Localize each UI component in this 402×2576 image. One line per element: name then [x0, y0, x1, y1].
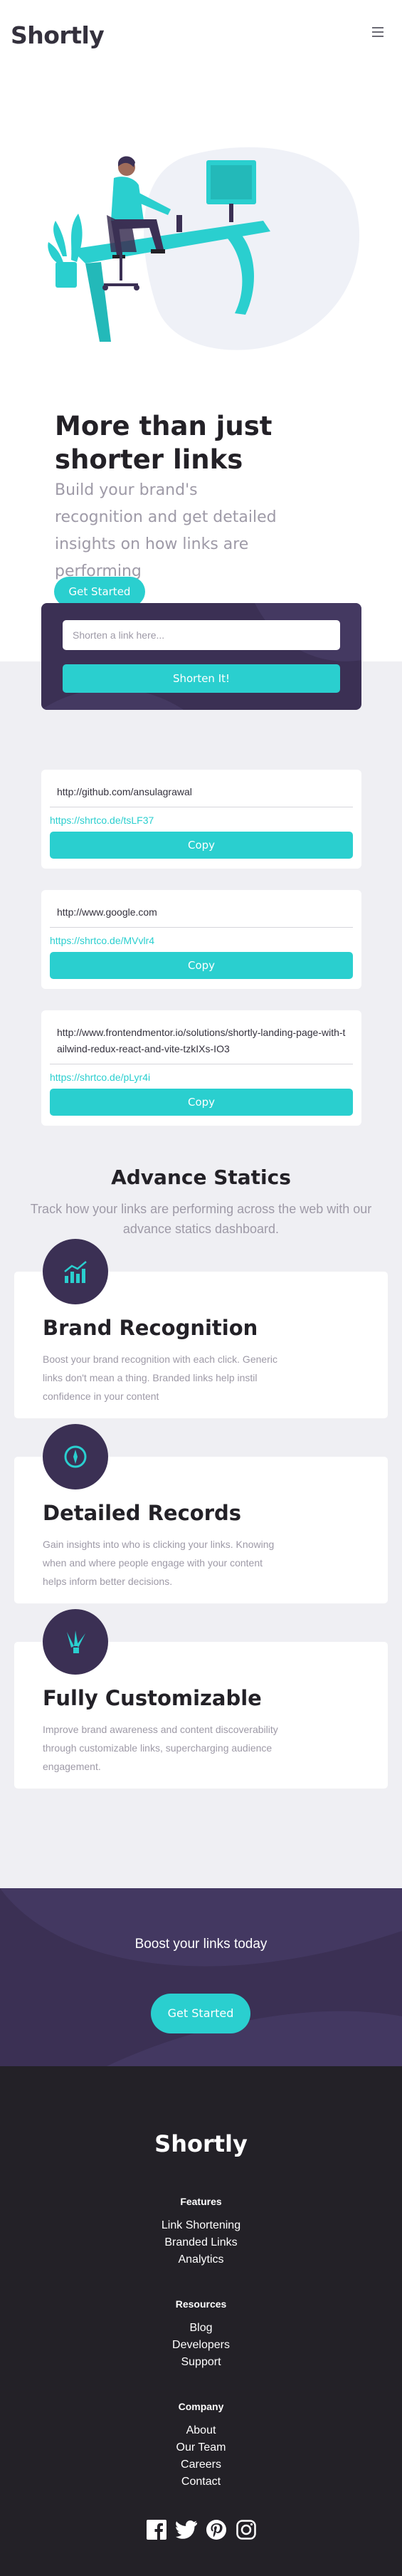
original-link: http://www.frontendmentor.io/solutions/s… — [57, 1027, 346, 1054]
results-list: http://github.com/ansulagrawal https://s… — [0, 661, 402, 1126]
short-link[interactable]: https://shrtco.de/MVvlr4 — [50, 935, 353, 952]
footer-link[interactable]: Our Team — [0, 2439, 402, 2456]
footer-link[interactable]: Contact — [0, 2473, 402, 2491]
result-card: http://www.frontendmentor.io/solutions/s… — [41, 1010, 361, 1126]
feature-description: Improve brand awareness and content disc… — [43, 1724, 278, 1772]
boost-get-started-button[interactable]: Get Started — [151, 1994, 250, 2033]
divider — [50, 927, 353, 928]
footer-link[interactable]: Link Shortening — [0, 2217, 402, 2234]
footer-link[interactable]: Blog — [0, 2320, 402, 2337]
footer-link[interactable]: Analytics — [0, 2251, 402, 2268]
feature-card: Fully Customizable Improve brand awarene… — [14, 1609, 388, 1789]
footer-heading: Resources — [175, 2298, 227, 2310]
footer-logo[interactable]: Shortly — [0, 2130, 402, 2157]
instagram-icon[interactable] — [236, 2519, 257, 2540]
result-card: http://github.com/ansulagrawal https://s… — [41, 770, 361, 869]
result-card: http://www.google.com https://shrtco.de/… — [41, 890, 361, 989]
feature-title: Detailed Records — [43, 1501, 242, 1525]
shorten-form: Shorten It! — [41, 603, 361, 710]
hamburger-icon[interactable] — [372, 27, 384, 37]
copy-button[interactable]: Copy — [50, 952, 353, 979]
boost-background-shape — [0, 1888, 402, 2066]
hero-illustration — [48, 147, 360, 350]
short-link[interactable]: https://shrtco.de/pLyr4i — [50, 1072, 353, 1089]
stats-title: Advance Statics — [111, 1166, 291, 1189]
footer-link[interactable]: Support — [0, 2354, 402, 2371]
footer: Shortly Features Link Shortening Branded… — [0, 2066, 402, 2576]
footer-features: Features Link Shortening Branded Links A… — [0, 2196, 402, 2268]
boost-section: Boost your links today Get Started — [0, 1888, 402, 2066]
footer-link[interactable]: About — [0, 2422, 402, 2439]
logo[interactable]: Shortly — [11, 21, 105, 49]
facebook-icon[interactable] — [146, 2519, 167, 2540]
feature-description: Gain insights into who is clicking your … — [43, 1539, 275, 1587]
shorten-button[interactable]: Shorten It! — [63, 664, 340, 693]
header: Shortly — [0, 0, 402, 71]
stats-subtitle: Track how your links are performing acro… — [30, 1202, 372, 1236]
footer-company: Company About Our Team Careers Contact — [0, 2401, 402, 2491]
feature-title: Brand Recognition — [43, 1316, 258, 1340]
hero-section: More than just shorter links Build your … — [0, 71, 402, 607]
original-link: http://www.google.com — [57, 906, 157, 918]
social-links — [0, 2519, 402, 2540]
footer-heading: Features — [180, 2196, 222, 2207]
copy-button[interactable]: Copy — [50, 1089, 353, 1116]
statistics-section: Shorten It! http://github.com/ansulagraw… — [0, 603, 402, 1888]
hero-title: More than just shorter links — [55, 411, 273, 475]
footer-link[interactable]: Careers — [0, 2456, 402, 2473]
shorten-background-shape — [41, 603, 361, 710]
hero-subtitle: Build your brand's recognition and get d… — [55, 481, 277, 580]
feature-card: Detailed Records Gain insights into who … — [14, 1424, 388, 1603]
footer-heading: Company — [178, 2401, 224, 2412]
footer-link[interactable]: Developers — [0, 2337, 402, 2354]
copy-button[interactable]: Copy — [50, 832, 353, 859]
short-link[interactable]: https://shrtco.de/tsLF37 — [50, 815, 353, 832]
brand-recognition-icon — [43, 1239, 108, 1304]
twitter-icon[interactable] — [175, 2519, 197, 2540]
feature-card: Brand Recognition Boost your brand recog… — [14, 1239, 388, 1418]
get-started-button[interactable]: Get Started — [54, 577, 145, 607]
footer-resources: Resources Blog Developers Support — [0, 2298, 402, 2371]
feature-description: Boost your brand recognition with each c… — [43, 1354, 277, 1402]
shorten-url-input[interactable] — [63, 620, 340, 650]
original-link: http://github.com/ansulagrawal — [57, 786, 192, 797]
boost-title: Boost your links today — [134, 1937, 268, 1952]
pinterest-icon[interactable] — [206, 2519, 227, 2540]
features-list: Brand Recognition Boost your brand recog… — [0, 1239, 402, 1789]
footer-link[interactable]: Branded Links — [0, 2234, 402, 2251]
fully-customizable-icon — [43, 1609, 108, 1675]
feature-title: Fully Customizable — [43, 1686, 262, 1710]
detailed-records-icon — [43, 1424, 108, 1489]
